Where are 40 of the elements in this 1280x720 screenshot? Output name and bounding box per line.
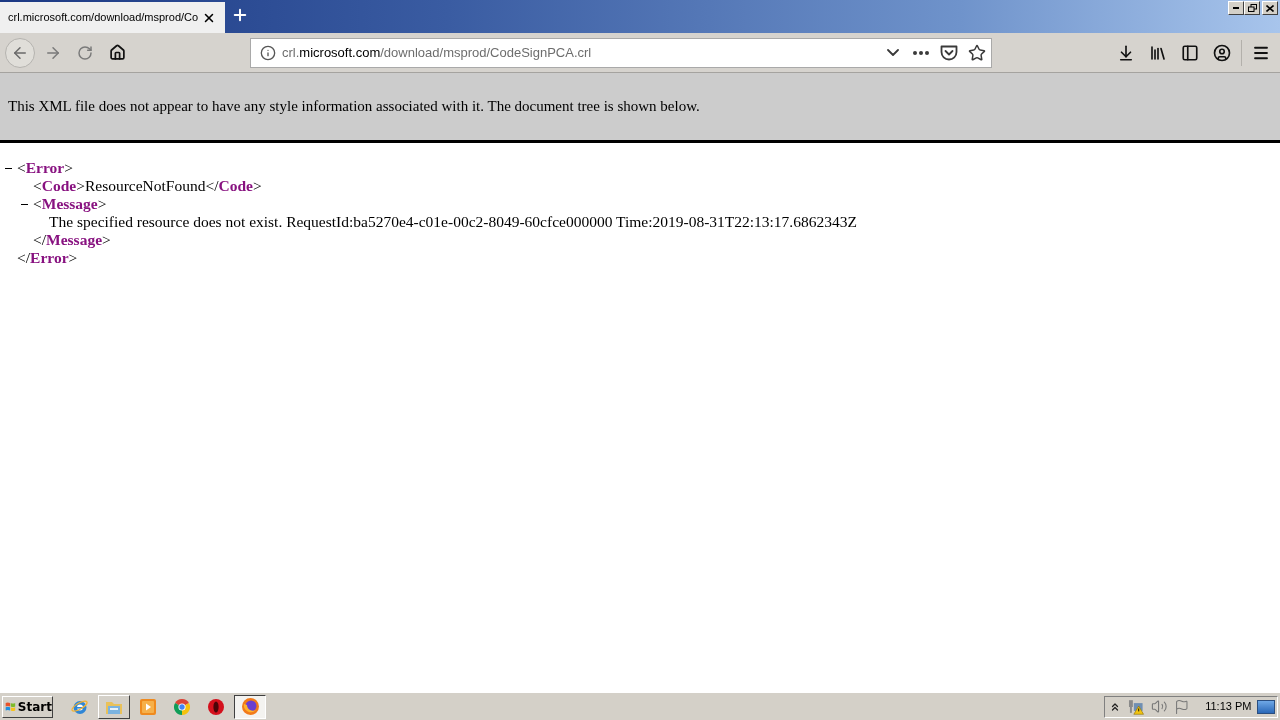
sidebar-icon [1181, 43, 1199, 62]
xml-open-tag: <Message> [33, 195, 107, 213]
xml-element-line: <Code>ResourceNotFound</Code> [33, 177, 262, 194]
minimize-button[interactable] [1228, 1, 1244, 15]
home-icon [108, 44, 126, 61]
globe-e-icon [71, 697, 89, 716]
close-button[interactable] [1262, 1, 1278, 15]
restore-icon [1247, 4, 1257, 12]
restore-button[interactable] [1244, 1, 1260, 15]
segmented-circle-icon [174, 698, 190, 715]
account-icon [1213, 43, 1231, 62]
back-button[interactable] [5, 37, 35, 68]
url-text: crl.microsoft.com/download/msprod/CodeSignPCA.crl [282, 43, 593, 62]
flag-icon[interactable] [1173, 698, 1190, 715]
play-icon [140, 698, 156, 715]
close-icon [1266, 4, 1274, 12]
message-text: The specified resource does not exist. RequestId:ba5270e4-c01e-00c2-8049-60cfce000000 Time:2019-08-31T22:13:17.6862343Z [49, 213, 857, 230]
ellipsis-icon [913, 50, 929, 55]
star-icon [968, 43, 986, 62]
chevron-down-icon [887, 49, 899, 56]
xml-close-tag: </Error> [17, 249, 78, 266]
start-button[interactable]: Start [2, 695, 53, 718]
download-icon [1117, 43, 1135, 62]
info-icon [260, 44, 276, 61]
library-icon [1149, 43, 1167, 62]
xml-open-tag: <Error> [17, 159, 73, 177]
plus-icon [231, 6, 249, 24]
show-desktop-button[interactable] [1257, 699, 1275, 714]
taskbar-app-button[interactable] [234, 694, 266, 719]
reload-icon [77, 44, 93, 61]
pocket-icon [940, 44, 958, 61]
browser-tab[interactable]: crl.microsoft.com/download/msprod/Co [0, 2, 225, 33]
xml-notice-text: This XML file does not appear to have any style information associated with it. The document tree is shown below. [8, 97, 700, 117]
crescent-globe-icon [241, 698, 259, 715]
ring-icon [208, 698, 224, 715]
minimize-icon [1233, 7, 1239, 9]
speaker-icon[interactable] [1151, 698, 1168, 715]
tray-clock[interactable]: 11:13 PM [1205, 698, 1252, 715]
address-bar[interactable]: crl.microsoft.com/download/msprod/CodeSignPCA.crl [250, 37, 992, 68]
xml-close-tag: </Message> [33, 231, 111, 248]
